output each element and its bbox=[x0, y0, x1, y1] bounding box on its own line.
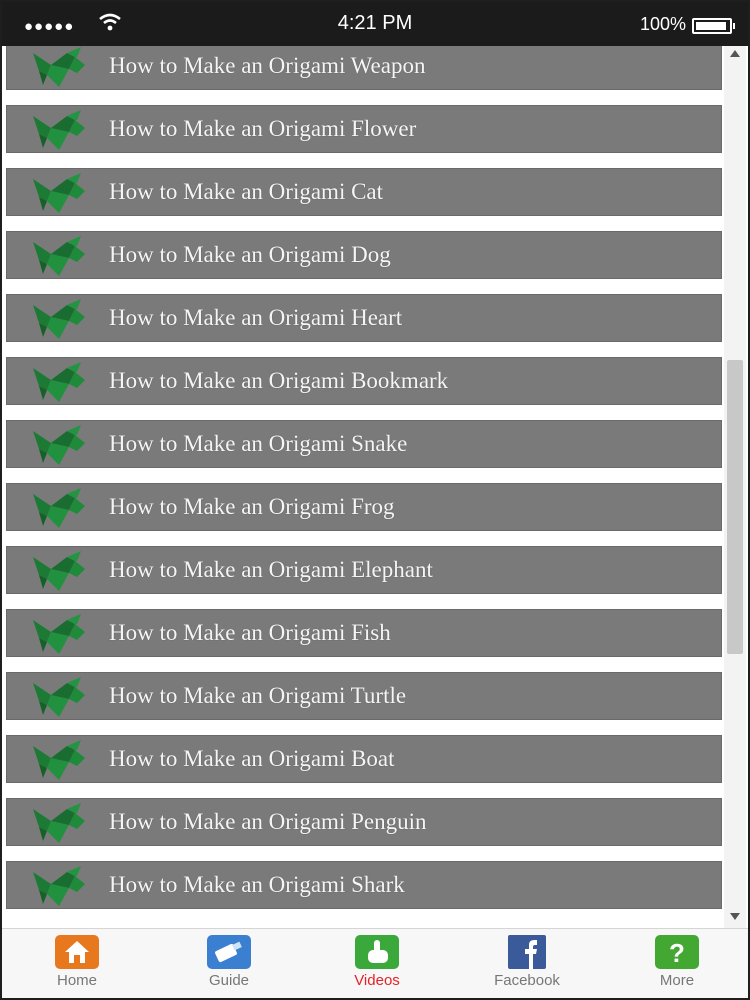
list-item[interactable]: How to Make an Origami Frog bbox=[6, 483, 722, 531]
list-item[interactable]: How to Make an Origami Penguin bbox=[6, 798, 722, 846]
list-item-label: How to Make an Origami Turtle bbox=[109, 683, 407, 708]
list-item[interactable]: How to Make an Origami Cat bbox=[6, 168, 722, 216]
scroll-up-arrow-icon[interactable] bbox=[730, 50, 740, 57]
tab-label: Videos bbox=[354, 972, 400, 989]
tab-label: Guide bbox=[208, 972, 250, 989]
battery-icon bbox=[692, 18, 735, 34]
list-item-label: How to Make an Origami Frog bbox=[109, 494, 395, 519]
origami-bird-icon bbox=[29, 234, 89, 278]
list-item[interactable]: How to Make an Origami Weapon bbox=[6, 46, 722, 90]
list-item-label: How to Make an Origami Flower bbox=[109, 116, 417, 141]
content-area: How to Make an Origami Weapon How to Mak… bbox=[2, 46, 748, 928]
list-item[interactable]: How to Make an Origami Dog bbox=[6, 231, 722, 279]
origami-bird-icon bbox=[29, 297, 89, 341]
tab-label: Home bbox=[56, 972, 97, 989]
origami-bird-icon bbox=[29, 486, 89, 530]
tab-videos[interactable]: Videos bbox=[322, 929, 432, 998]
tab-more[interactable]: ? More bbox=[622, 929, 732, 998]
list-item[interactable]: How to Make an Origami Flower bbox=[6, 105, 722, 153]
list-item[interactable]: How to Make an Origami Fish bbox=[6, 609, 722, 657]
scrollbar[interactable] bbox=[724, 46, 746, 928]
origami-bird-icon bbox=[29, 360, 89, 404]
tab-guide[interactable]: Guide bbox=[174, 929, 284, 998]
list-item-label: How to Make an Origami Snake bbox=[109, 431, 408, 456]
list-item-label: How to Make an Origami Bookmark bbox=[109, 368, 449, 393]
status-time: 4:21 PM bbox=[337, 12, 413, 34]
guide-icon bbox=[207, 935, 251, 969]
list-item-label: How to Make an Origami Heart bbox=[109, 305, 403, 330]
list-item[interactable]: How to Make an Origami Turtle bbox=[6, 672, 722, 720]
origami-bird-icon bbox=[29, 171, 89, 215]
scrollbar-thumb[interactable] bbox=[727, 360, 743, 654]
list-item-label: How to Make an Origami Weapon bbox=[109, 53, 426, 78]
facebook-icon bbox=[505, 935, 549, 969]
list-item[interactable]: How to Make an Origami Heart bbox=[6, 294, 722, 342]
list-item-label: How to Make an Origami Shark bbox=[109, 872, 405, 897]
list-item[interactable]: How to Make an Origami Shark bbox=[6, 861, 722, 909]
list-item-label: How to Make an Origami Elephant bbox=[109, 557, 433, 582]
list-item-label: How to Make an Origami Penguin bbox=[109, 809, 427, 834]
list-item-label: How to Make an Origami Fish bbox=[109, 620, 391, 645]
list-item[interactable]: How to Make an Origami Boat bbox=[6, 735, 722, 783]
battery-percentage: 100% bbox=[639, 14, 686, 34]
svg-text:?: ? bbox=[669, 938, 685, 968]
origami-bird-icon bbox=[29, 801, 89, 845]
tab-home[interactable]: Home bbox=[22, 929, 132, 998]
origami-bird-icon bbox=[29, 46, 89, 89]
list-item-label: How to Make an Origami Cat bbox=[109, 179, 384, 204]
scroll-down-arrow-icon[interactable] bbox=[730, 913, 740, 920]
question-icon: ? bbox=[655, 935, 699, 969]
origami-bird-icon bbox=[29, 675, 89, 719]
list-item-label: How to Make an Origami Dog bbox=[109, 242, 391, 267]
list-item[interactable]: How to Make an Origami Elephant bbox=[6, 546, 722, 594]
home-icon bbox=[55, 935, 99, 969]
origami-bird-icon bbox=[29, 738, 89, 782]
origami-bird-icon bbox=[29, 864, 89, 908]
list-item-label: How to Make an Origami Boat bbox=[109, 746, 395, 771]
bottom-tab-bar: Home Guide Videos Facebook? More bbox=[2, 928, 748, 998]
tab-label: More bbox=[659, 972, 695, 989]
origami-bird-icon bbox=[29, 549, 89, 593]
origami-list: How to Make an Origami Weapon How to Mak… bbox=[6, 46, 722, 924]
touch-hand-icon bbox=[355, 935, 399, 969]
status-bar: ●●●●● 4:21 PM 100% bbox=[2, 2, 748, 46]
list-item[interactable]: How to Make an Origami Snake bbox=[6, 420, 722, 468]
origami-bird-icon bbox=[29, 108, 89, 152]
list-item[interactable]: How to Make an Origami Bookmark bbox=[6, 357, 722, 405]
app-window: ●●●●● 4:21 PM 100% How to Make an Origam… bbox=[0, 0, 750, 1000]
tab-label: Facebook bbox=[494, 972, 560, 989]
origami-bird-icon bbox=[29, 612, 89, 656]
origami-bird-icon bbox=[29, 423, 89, 467]
tab-facebook[interactable]: Facebook bbox=[472, 929, 582, 998]
